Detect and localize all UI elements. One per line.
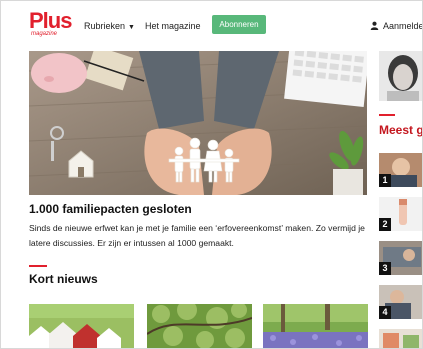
chevron-down-icon: ▼ <box>128 24 135 31</box>
login-link[interactable]: Aanmelden <box>370 21 422 31</box>
popular-item-1[interactable]: 1 <box>379 153 422 187</box>
article-summary: Sinds de nieuwe erfwet kan je met je fam… <box>29 223 365 248</box>
news-thumbnail-3[interactable] <box>263 304 368 348</box>
site-header: Plus magazine Rubrieken ▼ Het magazine Ab… <box>1 1 422 45</box>
user-icon <box>370 21 379 30</box>
page-frame: Plus magazine Rubrieken ▼ Het magazine Ab… <box>0 0 423 349</box>
logo-text: Plus <box>29 8 72 33</box>
nav-het-magazine[interactable]: Het magazine <box>145 21 201 31</box>
subscribe-button[interactable]: Abonneren <box>212 15 266 34</box>
section-divider <box>29 265 47 267</box>
hero-illustration <box>29 51 367 195</box>
popular-item-number: 1 <box>379 174 391 187</box>
article-headline[interactable]: 1.000 familiepacten gesloten <box>29 202 192 216</box>
thumbnail-image <box>147 304 252 348</box>
section-title-kort-nieuws: Kort nieuws <box>29 272 98 286</box>
popular-item-image <box>379 329 422 348</box>
news-thumbnail-1[interactable] <box>29 304 134 348</box>
sidebar-divider <box>379 114 395 116</box>
logo-subtitle: magazine <box>31 31 58 37</box>
nav-rubrieken[interactable]: Rubrieken ▼ <box>84 21 135 31</box>
thumbnail-image <box>29 304 134 348</box>
popular-item-2[interactable]: 2 <box>379 197 422 231</box>
nav-rubrieken-label: Rubrieken <box>84 21 126 31</box>
popular-item-number: 4 <box>379 306 391 319</box>
site-logo[interactable]: Plus <box>29 8 72 33</box>
popular-item-5[interactable] <box>379 329 422 348</box>
popular-item-4[interactable]: 4 <box>379 285 422 319</box>
hero-image[interactable] <box>29 51 367 195</box>
popular-item-3[interactable]: 3 <box>379 241 422 275</box>
login-label: Aanmelden <box>383 21 422 31</box>
columnist-avatar[interactable] <box>379 51 422 101</box>
sidebar-title: Meest g <box>379 123 423 137</box>
popular-item-number: 3 <box>379 262 391 275</box>
avatar-image <box>379 51 422 101</box>
thumbnail-image <box>263 304 368 348</box>
popular-item-number: 2 <box>379 218 391 231</box>
news-thumbnail-2[interactable] <box>147 304 252 348</box>
